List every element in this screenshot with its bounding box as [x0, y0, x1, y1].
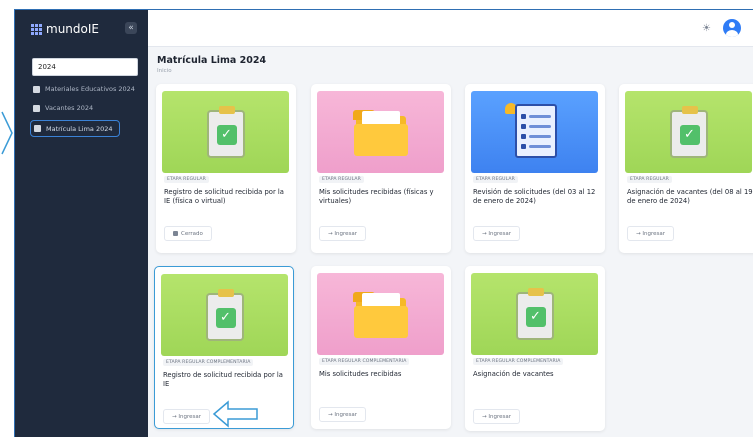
- page-title: Matrícula Lima 2024: [157, 55, 267, 66]
- clipboard-illustration: ✓: [161, 274, 288, 356]
- theme-toggle-sun-icon[interactable]: ☀: [702, 23, 711, 34]
- stage-tag: ETAPA REGULAR: [164, 176, 209, 183]
- card-registro-solicitud[interactable]: ✓ ETAPA REGULAR Registro de solicitud re…: [156, 84, 296, 253]
- button-label: → Ingresar: [328, 411, 357, 418]
- ingresar-button[interactable]: → Ingresar: [473, 409, 520, 424]
- stage-tag: ETAPA REGULAR: [473, 176, 518, 183]
- closed-button[interactable]: Cerrado: [164, 226, 212, 241]
- app-logo[interactable]: mundoIE: [31, 22, 99, 36]
- card-title: Mis solicitudes recibidas (físicas y vir…: [319, 188, 434, 205]
- card-title: Registro de solicitud recibida por la IE…: [164, 188, 284, 205]
- stage-tag: ETAPA REGULAR: [319, 176, 364, 183]
- folder-illustration: [317, 273, 444, 355]
- button-label: Cerrado: [181, 230, 203, 237]
- clipboard-illustration: ✓: [471, 273, 598, 355]
- stage-tag: ETAPA REGULAR COMPLEMENTARIA: [473, 358, 564, 365]
- school-icon: [34, 125, 41, 132]
- checklist-illustration: [471, 91, 598, 173]
- clipboard-illustration: ✓: [625, 91, 752, 173]
- sidebar-item-label: Vacantes 2024: [45, 104, 94, 112]
- stage-tag: ETAPA REGULAR: [627, 176, 672, 183]
- sidebar-item-matricula[interactable]: Matrícula Lima 2024: [30, 120, 120, 137]
- button-label: → Ingresar: [328, 230, 357, 237]
- clipboard-illustration: ✓: [162, 91, 289, 173]
- ingresar-button[interactable]: → Ingresar: [473, 226, 520, 241]
- grid-logo-icon: [31, 23, 42, 35]
- folder-illustration: [317, 91, 444, 173]
- card-asignacion-complementaria[interactable]: ✓ ETAPA REGULAR COMPLEMENTARIA Asignació…: [465, 266, 605, 431]
- stage-tag: ETAPA REGULAR COMPLEMENTARIA: [163, 359, 254, 366]
- ingresar-button[interactable]: → Ingresar: [163, 409, 210, 424]
- button-label: → Ingresar: [482, 413, 511, 420]
- sidebar-item-label: Materiales Educativos 2024: [45, 85, 135, 93]
- button-label: → Ingresar: [482, 230, 511, 237]
- sidebar-item-materiales[interactable]: Materiales Educativos 2024: [33, 85, 135, 93]
- button-label: → Ingresar: [172, 413, 201, 420]
- card-mis-solicitudes-complementaria[interactable]: ETAPA REGULAR COMPLEMENTARIA Mis solicit…: [311, 266, 451, 429]
- header: ☀: [148, 10, 753, 47]
- card-title: Mis solicitudes recibidas: [319, 370, 402, 378]
- sidebar-item-label: Matrícula Lima 2024: [46, 124, 113, 133]
- school-icon: [33, 104, 40, 112]
- ingresar-button[interactable]: → Ingresar: [627, 226, 674, 241]
- book-icon: [33, 85, 40, 93]
- stage-tag: ETAPA REGULAR COMPLEMENTARIA: [319, 358, 410, 365]
- ingresar-button[interactable]: → Ingresar: [319, 407, 366, 422]
- card-mis-solicitudes[interactable]: ETAPA REGULAR Mis solicitudes recibidas …: [311, 84, 451, 253]
- annotation-arrow-icon: [212, 400, 258, 428]
- sidebar: mundoIE « Materiales Educativos 2024 Vac…: [15, 10, 148, 437]
- year-input[interactable]: [32, 58, 138, 76]
- annotation-arrow-icon: [1, 111, 13, 155]
- app-name: mundoIE: [46, 22, 99, 36]
- lock-icon: [173, 231, 178, 236]
- app-window: mundoIE « Materiales Educativos 2024 Vac…: [14, 9, 753, 437]
- sidebar-item-vacantes[interactable]: Vacantes 2024: [33, 104, 93, 112]
- user-avatar[interactable]: [723, 19, 741, 37]
- card-revision-solicitudes[interactable]: ETAPA REGULAR Revisión de solicitudes (d…: [465, 84, 605, 253]
- ingresar-button[interactable]: → Ingresar: [319, 226, 366, 241]
- card-title: Asignación de vacantes: [473, 370, 554, 378]
- card-title: Registro de solicitud recibida por la IE: [163, 371, 283, 388]
- card-title: Revisión de solicitudes (del 03 al 12 de…: [473, 188, 596, 205]
- card-asignacion-vacantes[interactable]: ✓ ETAPA REGULAR Asignación de vacantes (…: [619, 84, 753, 253]
- button-label: → Ingresar: [636, 230, 665, 237]
- breadcrumb[interactable]: Inicio: [157, 68, 172, 74]
- card-title: Asignación de vacantes (del 08 al 19 de …: [627, 188, 753, 205]
- collapse-sidebar-button[interactable]: «: [125, 22, 137, 34]
